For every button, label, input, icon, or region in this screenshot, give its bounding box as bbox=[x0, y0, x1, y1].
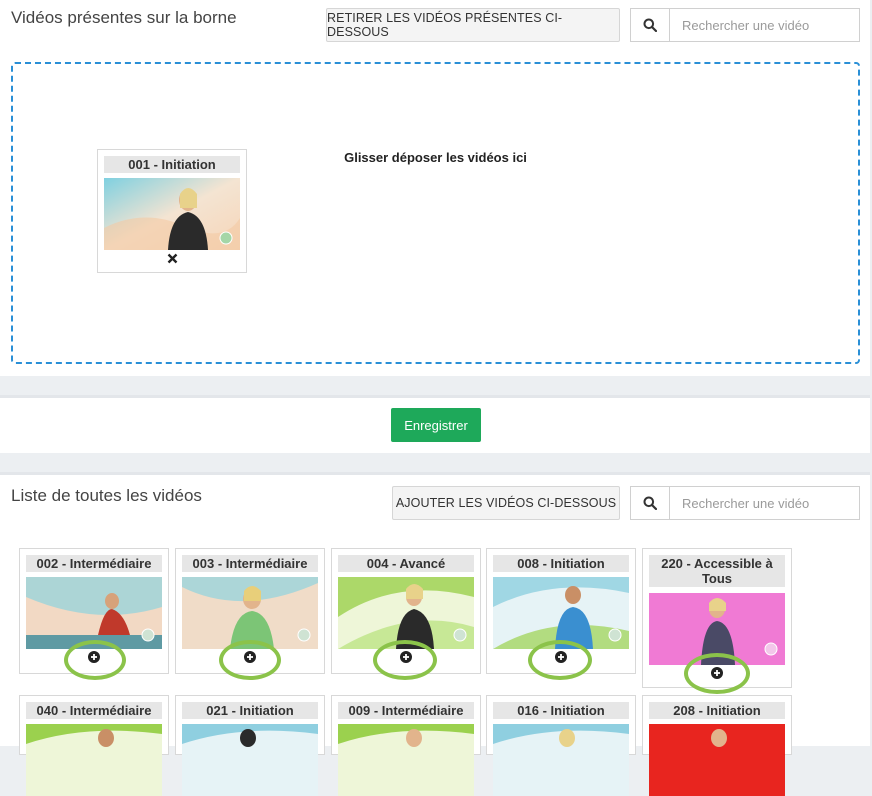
video-thumbnail bbox=[338, 577, 474, 649]
search-input[interactable] bbox=[670, 487, 859, 519]
video-card-040[interactable]: 040 - Intermédiaire bbox=[19, 695, 169, 796]
video-thumbnail bbox=[104, 178, 240, 250]
highlight-circle bbox=[528, 640, 592, 680]
video-thumbnail bbox=[493, 724, 629, 796]
video-thumbnail bbox=[26, 724, 162, 796]
remove-videos-button[interactable]: RETIRER LES VIDÉOS PRÉSENTES CI-DESSOUS bbox=[326, 8, 620, 42]
video-thumbnail bbox=[26, 577, 162, 649]
video-thumbnail bbox=[493, 577, 629, 649]
video-title: 009 - Intermédiaire bbox=[338, 702, 474, 719]
video-title: 003 - Intermédiaire bbox=[182, 555, 318, 572]
search-icon[interactable] bbox=[631, 487, 670, 519]
search-icon[interactable] bbox=[631, 9, 670, 41]
panel-title: Vidéos présentes sur la borne bbox=[11, 8, 237, 27]
video-card-001[interactable]: 001 - Initiation bbox=[97, 149, 247, 273]
save-button[interactable]: Enregistrer bbox=[391, 408, 481, 442]
video-title: 021 - Initiation bbox=[182, 702, 318, 719]
video-title: 208 - Initiation bbox=[649, 702, 785, 719]
video-thumbnail bbox=[182, 724, 318, 796]
videos-on-kiosk-panel: Vidéos présentes sur la borne RETIRER LE… bbox=[0, 0, 870, 376]
video-thumbnail bbox=[649, 724, 785, 796]
panel-title: Liste de toutes les vidéos bbox=[11, 486, 202, 505]
search-input[interactable] bbox=[670, 9, 859, 41]
video-title: 004 - Avancé bbox=[338, 555, 474, 572]
video-title: 220 - Accessible à Tous bbox=[649, 555, 785, 587]
video-title: 016 - Initiation bbox=[493, 702, 629, 719]
video-title: 001 - Initiation bbox=[104, 156, 240, 173]
search-box bbox=[630, 486, 860, 520]
video-card-208[interactable]: 208 - Initiation bbox=[642, 695, 792, 796]
video-thumbnail bbox=[182, 577, 318, 649]
video-card-009[interactable]: 009 - Intermédiaire bbox=[331, 695, 481, 796]
remove-icon[interactable] bbox=[98, 252, 246, 267]
highlight-circle bbox=[373, 640, 437, 680]
video-title: 002 - Intermédiaire bbox=[26, 555, 162, 572]
add-videos-button[interactable]: AJOUTER LES VIDÉOS CI-DESSOUS bbox=[392, 486, 620, 520]
video-title: 008 - Initiation bbox=[493, 555, 629, 572]
video-card-016[interactable]: 016 - Initiation bbox=[486, 695, 636, 796]
highlight-circle bbox=[684, 653, 750, 694]
video-card-021[interactable]: 021 - Initiation bbox=[175, 695, 325, 796]
video-thumbnail bbox=[338, 724, 474, 796]
highlight-circle bbox=[219, 640, 281, 680]
video-title: 040 - Intermédiaire bbox=[26, 702, 162, 719]
highlight-circle bbox=[64, 640, 126, 680]
search-box bbox=[630, 8, 860, 42]
